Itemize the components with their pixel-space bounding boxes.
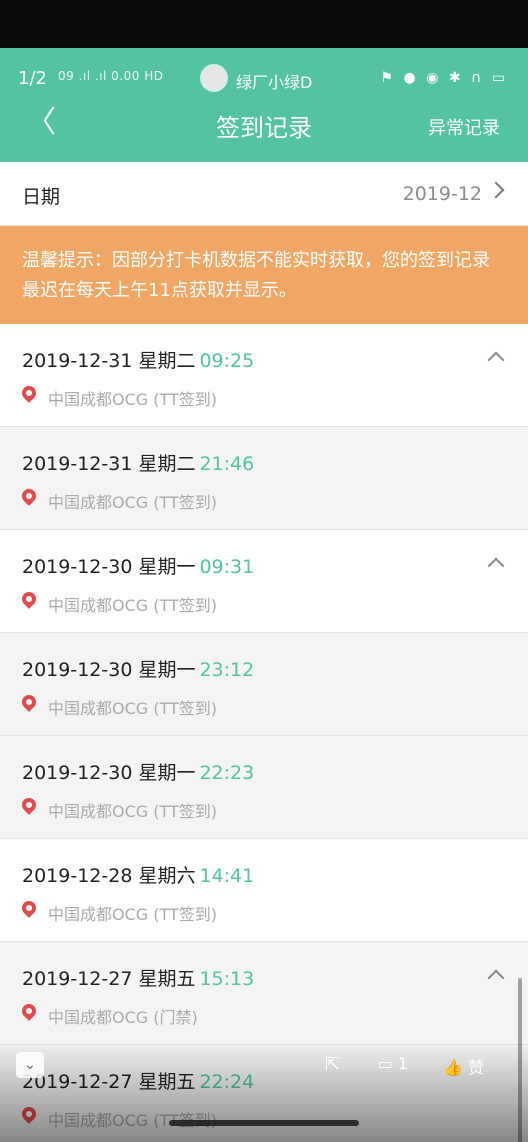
share-icon[interactable]: ⇱ [325, 1054, 340, 1075]
record-time: 14:41 [199, 865, 255, 887]
record-time: 23:12 [199, 659, 255, 681]
location-pin-icon [19, 383, 39, 403]
image-counter: 1/2 [18, 68, 47, 89]
location-pin-icon [19, 1104, 39, 1124]
record-location: 中国成都OCG (TT签到) [48, 596, 218, 615]
date-label: 日期 [22, 186, 61, 208]
record-datetime: 2019-12-28 星期六 14:41 [22, 861, 254, 888]
record-row[interactable]: 2019-12-30 星期一 09:31 中国成都OCG (TT签到) [0, 530, 528, 633]
username: 绿厂小绿D [236, 73, 313, 92]
record-time: 09:31 [199, 556, 255, 578]
signal-indicators: 09 .ıl .ıl 0.00 HD [58, 69, 164, 83]
record-row[interactable]: 2019-12-30 星期一 23:12 中国成都OCG (TT签到) [0, 633, 528, 736]
record-location: 中国成都OCG (TT签到) [48, 699, 218, 718]
record-date: 2019-12-31 星期二 [22, 453, 196, 475]
chevron-up-icon[interactable] [487, 557, 505, 575]
like-button[interactable]: 👍 赞 [443, 1054, 484, 1078]
abnormal-records-button[interactable]: 异常记录 [428, 114, 500, 140]
location-pin-icon [19, 795, 39, 815]
date-value: 2019-12 [402, 183, 482, 205]
status-icons: ⚑ ● ◉ ✱ ∩ ▭ [380, 70, 508, 86]
record-location: 中国成都OCG (TT签到) [48, 390, 218, 409]
location-pin-icon [19, 486, 39, 506]
home-indicator [169, 1120, 359, 1126]
notice-text: 温馨提示：因部分打卡机数据不能实时获取，您的签到记录最迟在每天上午11点获取并显… [22, 250, 490, 301]
location-pin-icon [19, 1001, 39, 1021]
location-pin-icon [19, 898, 39, 918]
record-location: 中国成都OCG (TT签到) [48, 802, 218, 821]
record-datetime: 2019-12-27 星期五 15:13 [22, 964, 254, 991]
record-date: 2019-12-30 星期一 [22, 659, 196, 681]
record-location: 中国成都OCG (TT签到) [48, 1111, 218, 1130]
viewer-bottom-bar: ⌄ ⇱ ▭ 1 👍 赞 [0, 1050, 528, 1090]
record-date: 2019-12-27 星期五 [22, 968, 196, 990]
record-row[interactable]: 2019-12-31 星期二 09:25 中国成都OCG (TT签到) [0, 324, 528, 427]
record-date: 2019-12-30 星期一 [22, 762, 196, 784]
comment-button[interactable]: ▭ 1 [378, 1054, 408, 1073]
record-datetime: 2019-12-30 星期一 09:31 [22, 552, 254, 579]
title-bar: 〈 签到记录 异常记录 [0, 104, 528, 148]
record-time: 21:46 [199, 453, 255, 475]
avatar [200, 64, 228, 92]
location-pin-icon [19, 589, 39, 609]
like-label: 赞 [467, 1058, 484, 1077]
comment-count: 1 [397, 1054, 408, 1073]
app-header: 1/2 09 .ıl .ıl 0.00 HD 绿厂小绿D ⚑ ● ◉ ✱ ∩ ▭… [0, 48, 528, 162]
record-location: 中国成都OCG (TT签到) [48, 905, 218, 924]
record-time: 15:13 [199, 968, 255, 990]
chevron-right-icon [487, 181, 505, 199]
record-date: 2019-12-30 星期一 [22, 556, 196, 578]
record-datetime: 2019-12-31 星期二 09:25 [22, 346, 254, 373]
record-list: 2019-12-31 星期二 09:25 中国成都OCG (TT签到) 2019-12… [0, 324, 528, 1142]
chevron-down-icon[interactable]: ⌄ [16, 1052, 44, 1078]
date-filter-row[interactable]: 日期 2019-12 [0, 162, 528, 226]
record-date: 2019-12-28 星期六 [22, 865, 196, 887]
record-row[interactable]: 2019-12-28 星期六 14:41 中国成都OCG (TT签到) [0, 839, 528, 942]
record-time: 22:23 [199, 762, 255, 784]
chevron-up-icon[interactable] [487, 969, 505, 987]
record-date: 2019-12-31 星期二 [22, 350, 196, 372]
record-time: 09:25 [199, 350, 255, 372]
record-location: 中国成都OCG (门禁) [48, 1008, 198, 1027]
record-row[interactable]: 2019-12-30 星期一 22:23 中国成都OCG (TT签到) [0, 736, 528, 839]
record-row[interactable]: 2019-12-27 星期五 15:13 中国成都OCG (门禁) [0, 942, 528, 1045]
top-black-bar [0, 0, 528, 48]
warm-tip-banner: 温馨提示：因部分打卡机数据不能实时获取，您的签到记录最迟在每天上午11点获取并显… [0, 226, 528, 324]
record-datetime: 2019-12-31 星期二 21:46 [22, 449, 254, 476]
status-bar: 1/2 09 .ıl .ıl 0.00 HD 绿厂小绿D ⚑ ● ◉ ✱ ∩ ▭ [0, 62, 528, 92]
location-pin-icon [19, 692, 39, 712]
record-location: 中国成都OCG (TT签到) [48, 493, 218, 512]
record-datetime: 2019-12-30 星期一 22:23 [22, 758, 254, 785]
record-row[interactable]: 2019-12-31 星期二 21:46 中国成都OCG (TT签到) [0, 427, 528, 530]
record-datetime: 2019-12-30 星期一 23:12 [22, 655, 254, 682]
checkin-records-screen: 1/2 09 .ıl .ıl 0.00 HD 绿厂小绿D ⚑ ● ◉ ✱ ∩ ▭… [0, 48, 528, 1142]
chevron-up-icon[interactable] [487, 351, 505, 369]
